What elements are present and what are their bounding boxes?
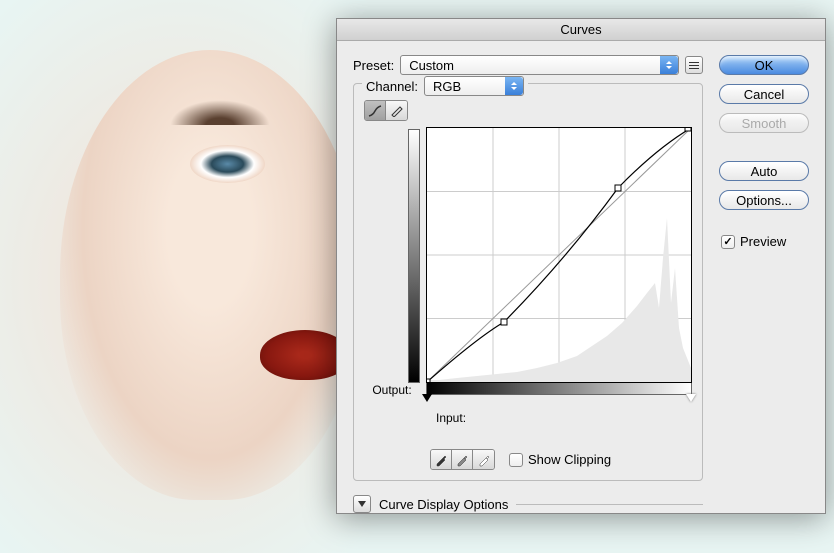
options-button[interactable]: Options... bbox=[719, 190, 809, 210]
gray-eyedropper[interactable] bbox=[452, 450, 473, 469]
channel-fieldset: Channel: RGB bbox=[353, 83, 703, 481]
dialog-title: Curves bbox=[337, 19, 825, 41]
select-arrows-icon bbox=[660, 56, 678, 74]
preview-checkbox[interactable] bbox=[721, 235, 735, 249]
cancel-button[interactable]: Cancel bbox=[719, 84, 809, 104]
show-clipping-label: Show Clipping bbox=[528, 452, 611, 467]
eye-region bbox=[190, 145, 265, 183]
pencil-icon bbox=[390, 105, 404, 117]
preset-value: Custom bbox=[409, 58, 454, 73]
eyedropper-black-icon bbox=[434, 453, 448, 467]
preset-menu-button[interactable] bbox=[685, 56, 703, 74]
select-arrows-icon bbox=[505, 77, 523, 95]
smooth-button[interactable]: Smooth bbox=[719, 113, 809, 133]
preview-label: Preview bbox=[740, 234, 786, 249]
ok-button[interactable]: OK bbox=[719, 55, 809, 75]
curves-graph[interactable] bbox=[426, 127, 692, 383]
channel-label: Channel: bbox=[366, 79, 418, 94]
curve-draw-tool[interactable] bbox=[386, 101, 407, 120]
divider bbox=[516, 504, 703, 505]
eyedropper-white-icon bbox=[477, 453, 491, 467]
display-options-label: Curve Display Options bbox=[379, 497, 508, 512]
curve-point-3 bbox=[615, 185, 621, 191]
curve-point-1 bbox=[427, 379, 430, 382]
black-eyedropper[interactable] bbox=[431, 450, 452, 469]
show-clipping-checkbox[interactable] bbox=[509, 453, 523, 467]
eyebrow-region bbox=[170, 100, 270, 125]
preset-select[interactable]: Custom bbox=[400, 55, 679, 75]
input-label: Input: bbox=[436, 411, 692, 425]
black-point-slider[interactable] bbox=[422, 394, 432, 407]
channel-select[interactable]: RGB bbox=[424, 76, 524, 96]
display-options-disclose[interactable] bbox=[353, 495, 371, 513]
curves-dialog: Curves Preset: Custom Channel: RGB bbox=[336, 18, 826, 514]
auto-button[interactable]: Auto bbox=[719, 161, 809, 181]
curve-point-tool[interactable] bbox=[365, 101, 386, 120]
channel-value: RGB bbox=[433, 79, 461, 94]
curves-svg bbox=[427, 128, 691, 382]
preset-label: Preset: bbox=[353, 58, 394, 73]
eyedropper-group bbox=[430, 449, 495, 470]
curve-tool-group bbox=[364, 100, 408, 121]
input-gradient-bar[interactable] bbox=[426, 383, 692, 395]
output-gradient-bar[interactable] bbox=[408, 129, 420, 383]
curve-point-4 bbox=[685, 128, 691, 131]
output-label: Output: bbox=[372, 383, 411, 397]
curve-icon bbox=[368, 105, 382, 117]
white-point-slider[interactable] bbox=[686, 394, 696, 407]
eyedropper-gray-icon bbox=[455, 453, 469, 467]
curve-point-2 bbox=[501, 319, 507, 325]
white-eyedropper[interactable] bbox=[473, 450, 494, 469]
